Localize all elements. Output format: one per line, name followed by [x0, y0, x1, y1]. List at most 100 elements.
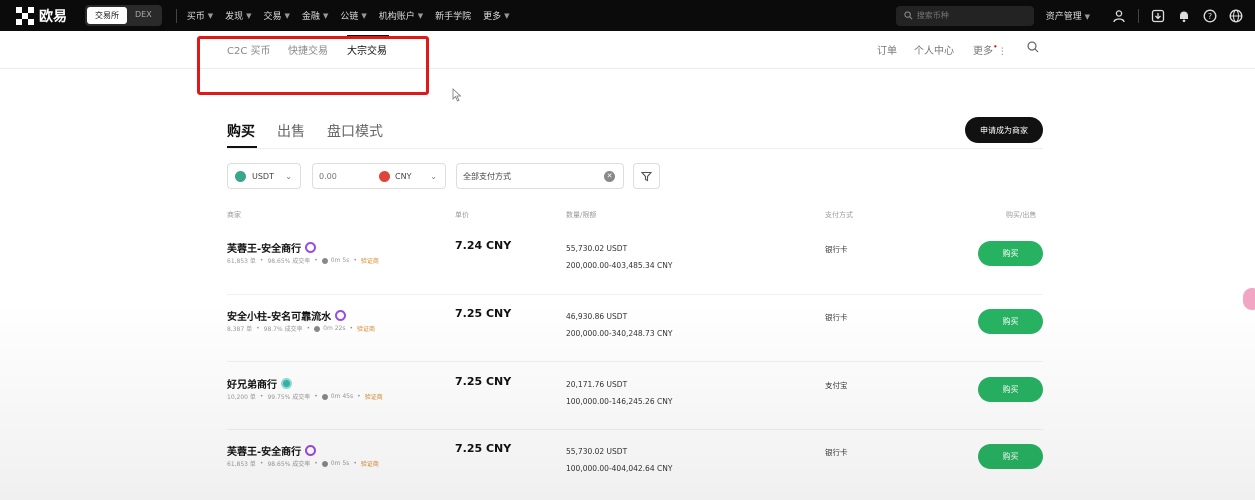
logo-icon	[16, 6, 34, 25]
chevron-down-icon: ▼	[322, 11, 329, 20]
release-time: 0m 5s	[330, 257, 350, 264]
global-search[interactable]	[895, 5, 1034, 26]
usdt-icon	[235, 170, 246, 182]
merchant-stats: 61,853 单 • 98.65% 成交率 • 0m 5s • 验证商	[227, 460, 379, 468]
unit-price: 7.25 CNY	[455, 307, 512, 320]
clock-icon	[321, 257, 328, 264]
mode-exchange-button[interactable]: 交易所	[87, 7, 127, 24]
payment-method: 银行卡	[825, 448, 848, 457]
nav-item-discover[interactable]: 发现 ▼	[225, 9, 251, 23]
orders-link[interactable]: 订单	[877, 42, 897, 57]
fiat-value[interactable]: CNY	[395, 172, 411, 181]
floating-support-widget[interactable]	[1243, 288, 1255, 310]
nav-item-academy[interactable]: 新手学院	[435, 9, 471, 22]
coin-select[interactable]: USDT ⌄	[227, 163, 301, 189]
filter-button[interactable]	[633, 163, 660, 189]
release-time: 0m 5s	[330, 460, 350, 467]
nav-item-trade[interactable]: 交易 ▼	[264, 9, 290, 23]
search-input[interactable]	[916, 11, 1027, 20]
payment-method-select[interactable]: 全部支付方式 ✕	[456, 163, 624, 189]
subnav-search-icon[interactable]	[1027, 41, 1039, 56]
clock-icon	[321, 393, 328, 400]
mode-dex-button[interactable]: DEX	[127, 7, 160, 24]
nav-divider	[175, 8, 177, 23]
available-amount: 20,171.76 USDT	[566, 380, 628, 389]
tab-orderbook-mode[interactable]: 盘口模式	[327, 121, 383, 141]
chevron-down-icon: ▼	[417, 11, 424, 20]
merchant-name-text: 好兄弟商行	[227, 380, 277, 391]
order-limit: 200,000.00-403,485.34 CNY	[566, 261, 673, 270]
nav-item-more[interactable]: 更多 ▼	[483, 9, 510, 23]
nav-item-buy-crypto[interactable]: 买币 ▼	[186, 9, 214, 23]
payment-method-value: 全部支付方式	[463, 171, 511, 181]
available-amount: 55,730.02 USDT	[566, 244, 628, 253]
download-icon[interactable]	[1151, 9, 1165, 23]
asset-menu-label: 资产管理	[1045, 12, 1082, 22]
cny-icon	[379, 170, 390, 182]
nav-label: 买币	[186, 12, 205, 22]
coin-value: USDT	[252, 171, 274, 181]
chevron-down-icon: ▼	[361, 11, 367, 20]
merchant-name[interactable]: 安全小柱-安名可靠流水	[227, 308, 347, 323]
help-icon[interactable]: ?	[1203, 9, 1217, 23]
topbar-right-group: 资产管理 ▼ ?	[895, 0, 1255, 31]
kebab-icon: ⋮	[997, 47, 1007, 57]
verified-badge-icon	[305, 242, 317, 253]
mouse-cursor-icon	[452, 87, 462, 106]
profile-center-link[interactable]: 个人中心	[914, 42, 954, 57]
verified-badge-icon	[335, 310, 347, 321]
tabs-divider	[227, 148, 1043, 149]
chevron-down-icon: ⌄	[430, 171, 437, 181]
unit-price: 7.25 CNY	[455, 442, 512, 455]
apply-merchant-button[interactable]: 申请成为商家	[965, 117, 1043, 143]
bell-icon[interactable]	[1177, 9, 1191, 23]
tab-buy[interactable]: 购买	[227, 121, 255, 141]
table-row: 芙蓉王-安全商行 61,853 单 • 98.65% 成交率 • 0m 5s • 验证…	[227, 226, 1043, 293]
amount-fiat-input[interactable]: CNY ⌄	[312, 163, 446, 189]
merchant-name[interactable]: 好兄弟商行	[227, 376, 292, 391]
order-count: 61,853 单	[227, 258, 256, 265]
chevron-down-icon: ▼	[207, 11, 214, 20]
header-merchant: 商家	[227, 211, 241, 219]
nav-label: 新手学院	[435, 12, 472, 22]
nav-label: 公链	[340, 12, 359, 22]
deposit-badge: 验证商	[357, 326, 376, 333]
unit-price: 7.25 CNY	[455, 375, 512, 388]
amount-input[interactable]	[319, 171, 375, 181]
nav-item-institutional[interactable]: 机构账户 ▼	[378, 9, 424, 23]
merchant-name[interactable]: 芙蓉王-安全商行	[227, 443, 317, 458]
order-limit: 100,000.00-404,042.64 CNY	[566, 464, 673, 473]
completion-rate: 98.65% 成交率	[267, 258, 311, 265]
asset-management-menu[interactable]: 资产管理 ▼	[1046, 9, 1090, 22]
order-count: 61,853 单	[227, 461, 256, 468]
user-icon[interactable]	[1112, 9, 1126, 23]
merchant-name[interactable]: 芙蓉王-安全商行	[227, 240, 317, 255]
tab-sell[interactable]: 出售	[277, 121, 305, 141]
buy-button[interactable]: 购买	[978, 444, 1043, 469]
merchant-stats: 8,387 单 • 98.7% 成交率 • 0m 22s • 验证商	[227, 325, 376, 333]
nav-label: 更多	[483, 12, 502, 22]
payment-method: 支付宝	[825, 381, 848, 390]
buy-button[interactable]: 购买	[978, 377, 1043, 402]
deposit-badge: 验证商	[360, 258, 379, 265]
order-count: 10,200 单	[227, 394, 256, 401]
more-menu[interactable]: 更多•⋮	[973, 42, 1007, 57]
globe-icon[interactable]	[1229, 9, 1243, 23]
brand-logo[interactable]: 欧易	[16, 6, 67, 26]
buy-button[interactable]: 购买	[978, 309, 1043, 334]
verified-badge-icon	[305, 445, 317, 456]
nav-item-chain[interactable]: 公链 ▼	[340, 9, 367, 23]
order-limit: 200,000.00-340,248.73 CNY	[566, 329, 673, 338]
available-amount: 46,930.86 USDT	[566, 312, 628, 321]
clear-icon[interactable]: ✕	[604, 170, 615, 182]
nav-label: 机构账户	[378, 12, 415, 22]
table-row: 安全小柱-安名可靠流水 8,387 单 • 98.7% 成交率 • 0m 22s • …	[227, 294, 1043, 361]
highlight-annotation-box	[197, 36, 429, 95]
chevron-down-icon: ▼	[284, 11, 290, 20]
top-navigation-bar: 欧易 交易所 DEX 买币 ▼ 发现 ▼ 交易 ▼ 金融 ▼ 公链 ▼ 机构账户 ▼ 新手学…	[0, 0, 1255, 31]
header-limit: 数量/限额	[566, 211, 597, 219]
table-row: 芙蓉王-安全商行 61,853 单 • 98.65% 成交率 • 0m 5s • 验证…	[227, 429, 1043, 496]
nav-item-finance[interactable]: 金融 ▼	[302, 9, 329, 23]
buy-button[interactable]: 购买	[978, 241, 1043, 266]
chevron-down-icon: ▼	[504, 11, 510, 20]
